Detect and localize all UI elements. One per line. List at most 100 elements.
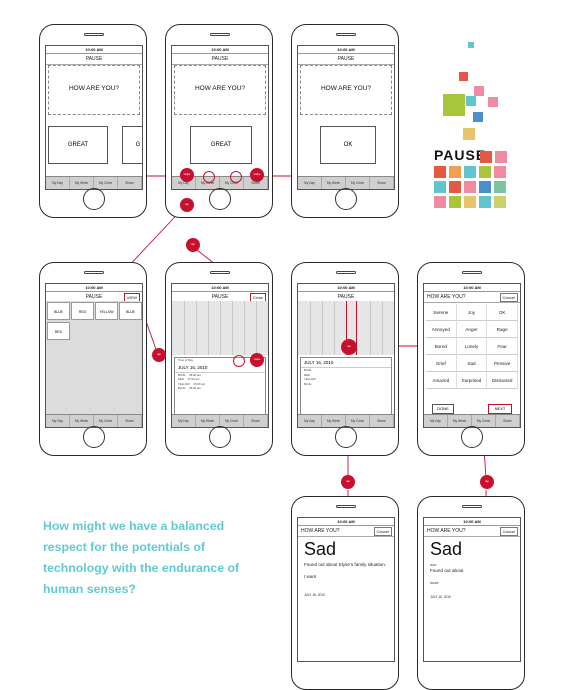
row-time: 07:00 am xyxy=(187,377,200,381)
mood-card-great[interactable]: GREAT xyxy=(48,126,108,164)
phone-note-entry-2: 10:00 AM HOW ARE YOU? Cancel Sad WHY Fou… xyxy=(417,496,525,690)
tab-my-day[interactable]: My Day xyxy=(424,415,448,427)
emotion-option[interactable]: Annoyed xyxy=(426,321,457,338)
phone-mood-swipe-2: 10:00 AM PAUSE HOW ARE YOU? GREAT My Day… xyxy=(165,24,273,218)
logo-square xyxy=(466,96,476,106)
home-button[interactable] xyxy=(209,426,231,448)
mood-card-great[interactable]: GREAT xyxy=(190,126,252,164)
tab-my-circle[interactable]: My Circle xyxy=(94,177,118,189)
emotion-option[interactable]: Amazed xyxy=(426,372,457,389)
emotion-option[interactable]: Grief xyxy=(426,355,457,372)
tab-my-circle[interactable]: My Circle xyxy=(346,177,370,189)
tab-my-circle[interactable]: My Circle xyxy=(94,415,118,427)
grid-cell[interactable]: YELLOW xyxy=(95,302,118,320)
timeline-column xyxy=(220,301,221,355)
speaker xyxy=(210,33,230,36)
emotion-option[interactable]: Bored xyxy=(426,338,457,355)
emotion-option[interactable]: Serene xyxy=(426,304,457,321)
logo-square xyxy=(434,166,446,178)
mood-card-next[interactable]: G xyxy=(122,126,142,164)
home-button[interactable] xyxy=(209,188,231,210)
phone-color-grid: 10:00 AM PAUSE VIEW BLUE RED YELLOW BLUE… xyxy=(39,262,147,456)
done-button[interactable]: DONE xyxy=(432,404,454,414)
emotion-option[interactable]: Rage xyxy=(487,321,518,338)
home-button[interactable] xyxy=(83,188,105,210)
grid-cell[interactable]: BLUE xyxy=(47,302,70,320)
tab-my-week[interactable]: My Week xyxy=(196,415,220,427)
timeline-column xyxy=(208,301,209,355)
tab-my-week[interactable]: My Week xyxy=(322,177,346,189)
tab-share[interactable]: Share xyxy=(118,177,142,189)
prompt-text: HOW ARE YOU? xyxy=(68,85,120,92)
home-button[interactable] xyxy=(83,426,105,448)
tab-my-circle[interactable]: My Circle xyxy=(220,415,244,427)
row-color: YELLOW xyxy=(178,381,190,386)
cancel-button[interactable]: Cancel xyxy=(499,293,518,302)
next-button[interactable]: NEXT xyxy=(488,404,512,414)
detail-row: BLUE 05:00 am xyxy=(175,386,265,391)
tab-my-day[interactable]: My Day xyxy=(298,177,322,189)
grid-cell[interactable]: RED xyxy=(47,322,70,340)
emotion-option[interactable]: Distracted xyxy=(487,372,518,389)
tab-my-day[interactable]: My Day xyxy=(172,415,196,427)
tab-share[interactable]: Share xyxy=(496,415,520,427)
phone-note-entry-1: 10:00 AM HOW ARE YOU? Cancel Sad Found o… xyxy=(291,496,399,690)
logo-square xyxy=(494,196,506,208)
home-button[interactable] xyxy=(335,426,357,448)
row-color: BLUE xyxy=(178,372,186,377)
nav-bar: HOW ARE YOU? Cancel xyxy=(424,292,520,303)
home-button[interactable] xyxy=(461,426,483,448)
emotion-option[interactable]: Lonely xyxy=(456,338,488,355)
home-button[interactable] xyxy=(335,188,357,210)
emotion-option[interactable]: Surprised xyxy=(456,372,488,389)
logo-square xyxy=(494,166,506,178)
tab-my-week[interactable]: My Week xyxy=(70,177,94,189)
phone-mood-swipe-1: 10:00 AM PAUSE HOW ARE YOU? GREAT G My D… xyxy=(39,24,147,218)
tab-my-week[interactable]: My Week xyxy=(322,415,346,427)
cancel-button[interactable]: Cancel xyxy=(499,527,518,536)
logo-square xyxy=(449,196,461,208)
cancel-button[interactable]: Cancel xyxy=(373,527,392,536)
tab-my-day[interactable]: My Day xyxy=(46,415,70,427)
emotion-option[interactable]: Joy xyxy=(456,304,488,321)
emotion-option[interactable]: OK xyxy=(487,304,518,321)
logo-square xyxy=(468,42,474,48)
note-text[interactable]: Found out about xyxy=(424,568,520,574)
emotion-option[interactable]: Pensive xyxy=(487,355,518,372)
phone-timeline-select: 10:00 AM PAUSE JULY 16, 2010 BLUE RED YE… xyxy=(291,262,399,456)
tab-share[interactable]: Share xyxy=(244,415,268,427)
tab-share[interactable]: Share xyxy=(118,415,142,427)
logo-square xyxy=(459,72,468,81)
screen: 10:00 AM PAUSE JULY 16, 2010 BLUE RED YE… xyxy=(297,283,395,428)
emotion-option[interactable]: Fear xyxy=(487,338,518,355)
note-date: JULY 16, 2010 xyxy=(304,593,325,597)
logo-square xyxy=(434,181,446,193)
emotion-option[interactable]: Sad xyxy=(456,355,488,372)
tab-my-week[interactable]: My Week xyxy=(448,415,472,427)
logo-square xyxy=(479,196,491,208)
tab-my-week[interactable]: My Week xyxy=(70,415,94,427)
tab-my-circle[interactable]: My Circle xyxy=(472,415,496,427)
grid-cell[interactable]: RED xyxy=(71,302,94,320)
speaker xyxy=(336,33,356,36)
mood-card-ok[interactable]: OK xyxy=(320,126,376,164)
tab-my-day[interactable]: My Day xyxy=(298,415,322,427)
tab-share[interactable]: Share xyxy=(370,177,394,189)
tap-indicator: tap xyxy=(341,475,355,489)
logo-square xyxy=(464,166,476,178)
tab-my-day[interactable]: My Day xyxy=(46,177,70,189)
speaker xyxy=(462,505,482,508)
note-text[interactable]: Found out about Elyse's family situation… xyxy=(298,562,394,568)
want-text[interactable]: I want xyxy=(298,574,394,580)
tab-my-circle[interactable]: My Circle xyxy=(346,415,370,427)
nav-title: PAUSE xyxy=(46,54,142,65)
grid-cell[interactable]: BLUE xyxy=(119,302,142,320)
detail-row: BLUE xyxy=(304,381,312,386)
nav-title: PAUSE xyxy=(211,294,229,300)
emotion-option[interactable]: Anger xyxy=(456,321,488,338)
tab-share[interactable]: Share xyxy=(370,415,394,427)
timeline[interactable] xyxy=(172,301,268,355)
speaker xyxy=(84,271,104,274)
touch-ring xyxy=(230,171,242,183)
hold-indicator: tap xyxy=(341,339,357,355)
